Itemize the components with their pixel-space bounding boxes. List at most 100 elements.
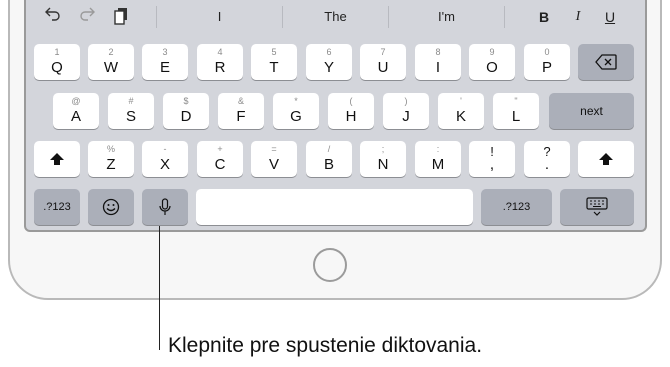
- emoji-key[interactable]: [88, 189, 134, 225]
- key-d[interactable]: $ D: [163, 93, 209, 129]
- key-secondary: 3: [162, 47, 168, 57]
- next-label: next: [580, 104, 603, 118]
- numbers-key-left[interactable]: .?123: [34, 189, 80, 225]
- key-primary: R: [214, 59, 226, 76]
- key-p[interactable]: 0P: [524, 44, 570, 80]
- dictation-key[interactable]: [142, 189, 188, 225]
- key-l[interactable]: " L: [493, 93, 539, 129]
- key-f[interactable]: & F: [218, 93, 264, 129]
- key-primary: U: [377, 59, 389, 76]
- key-e[interactable]: 3E: [142, 44, 188, 80]
- key-b[interactable]: / B: [306, 141, 352, 177]
- microphone-icon: [159, 198, 171, 215]
- next-key[interactable]: next: [549, 93, 634, 129]
- key-q[interactable]: 1Q: [34, 44, 80, 80]
- numbers-label: .?123: [43, 201, 71, 213]
- key-g[interactable]: * G: [273, 93, 319, 129]
- key-k[interactable]: ' K: [438, 93, 484, 129]
- key-j[interactable]: ) J: [383, 93, 429, 129]
- underline-button[interactable]: U: [600, 7, 620, 27]
- key-primary: H: [345, 108, 357, 125]
- shortcut-bar: I The I'm B I U: [26, 0, 645, 34]
- key-primary: P: [541, 59, 552, 76]
- key-primary: B: [323, 156, 334, 173]
- paste-icon[interactable]: [110, 7, 132, 27]
- separator: [504, 6, 505, 28]
- key-primary: A: [70, 108, 81, 125]
- space-key[interactable]: [196, 189, 473, 225]
- key-secondary: ": [514, 96, 518, 106]
- home-button[interactable]: [313, 248, 347, 282]
- redo-icon[interactable]: [76, 7, 98, 27]
- keyboard-screen: I The I'm B I U 1Q 2W 3E 4R 5T 6Y 7U 8I …: [24, 0, 647, 232]
- key-secondary: +: [217, 144, 223, 154]
- key-primary: ,: [489, 156, 495, 173]
- key-primary: S: [125, 108, 136, 125]
- key-o[interactable]: 9O: [469, 44, 515, 80]
- key-secondary: $: [183, 96, 189, 106]
- callout-text: Klepnite pre spustenie diktovania.: [168, 334, 483, 357]
- suggestion-2[interactable]: The: [283, 7, 388, 27]
- callout-line: [159, 226, 160, 350]
- key-h[interactable]: (H: [328, 93, 374, 129]
- key-primary: O: [486, 59, 498, 76]
- key-n[interactable]: ; N: [360, 141, 406, 177]
- key-primary: Z: [106, 156, 116, 173]
- key-v[interactable]: = V: [251, 141, 297, 177]
- key-s[interactable]: # S: [108, 93, 154, 129]
- key-primary: V: [268, 156, 279, 173]
- key-secondary: /: [327, 144, 331, 154]
- undo-icon[interactable]: [42, 7, 64, 27]
- key-primary: I: [435, 59, 441, 76]
- key-secondary: ): [404, 96, 408, 106]
- keyboard-dismiss-icon: [586, 197, 608, 216]
- key-secondary: 6: [326, 47, 332, 57]
- italic-button[interactable]: I: [568, 7, 588, 27]
- key-primary: J: [402, 108, 410, 125]
- key-primary: Y: [323, 59, 334, 76]
- key-secondary: ;: [381, 144, 385, 154]
- key-primary: L: [511, 108, 521, 125]
- key-primary: G: [290, 108, 302, 125]
- key-primary: N: [377, 156, 389, 173]
- key-y[interactable]: 6Y: [306, 44, 352, 80]
- key-w[interactable]: 2W: [88, 44, 134, 80]
- suggestion-3[interactable]: I'm: [389, 7, 504, 27]
- shift-key-left[interactable]: [34, 141, 80, 177]
- key-secondary: :: [436, 144, 440, 154]
- key-secondary: #: [128, 96, 134, 106]
- key-secondary: 8: [435, 47, 441, 57]
- key-secondary: 1: [54, 47, 60, 57]
- key-a[interactable]: @ A: [53, 93, 99, 129]
- numbers-key-right[interactable]: .?123: [481, 189, 552, 225]
- key-r[interactable]: 4R: [197, 44, 243, 80]
- key-x[interactable]: -X: [142, 141, 188, 177]
- key-secondary: (: [349, 96, 353, 106]
- delete-key[interactable]: [578, 44, 634, 80]
- key-i[interactable]: 8I: [415, 44, 461, 80]
- key-secondary: @: [71, 96, 81, 106]
- numbers-label: .?123: [502, 201, 531, 213]
- emoji-icon: [102, 198, 120, 216]
- shift-icon: [599, 153, 613, 165]
- hide-keyboard-key[interactable]: [560, 189, 634, 225]
- key-secondary: 9: [489, 47, 495, 57]
- key-t[interactable]: 5T: [251, 44, 297, 80]
- key-secondary: ': [460, 96, 462, 106]
- key-c[interactable]: + C: [197, 141, 243, 177]
- key-comma[interactable]: !,: [469, 141, 515, 177]
- key-m[interactable]: :M: [415, 141, 461, 177]
- suggestion-1[interactable]: I: [157, 7, 282, 27]
- key-secondary: 5: [271, 47, 277, 57]
- key-u[interactable]: 7U: [360, 44, 406, 80]
- bold-button[interactable]: B: [534, 7, 554, 27]
- key-primary: X: [159, 156, 170, 173]
- key-primary: F: [236, 108, 246, 125]
- shift-key-right[interactable]: [578, 141, 634, 177]
- key-period[interactable]: ?.: [524, 141, 570, 177]
- key-primary: W: [103, 59, 119, 76]
- key-z[interactable]: % Z: [88, 141, 134, 177]
- key-secondary: 2: [108, 47, 114, 57]
- key-secondary: 7: [380, 47, 386, 57]
- key-secondary: %: [106, 144, 115, 154]
